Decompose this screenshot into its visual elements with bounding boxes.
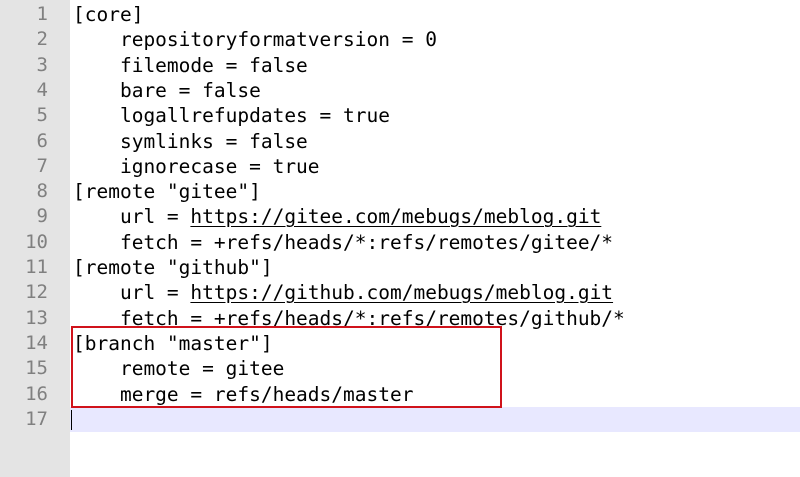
code-text[interactable]: repositoryformatversion = 0 xyxy=(73,27,437,52)
line-number: 1 xyxy=(0,2,48,28)
branch-section-highlight xyxy=(71,326,502,408)
line-number: 6 xyxy=(0,128,48,154)
text-editor[interactable]: 1 [core] 2 repositoryformatversion = 0 3… xyxy=(0,0,800,477)
line-number: 10 xyxy=(0,229,48,255)
line-number: 14 xyxy=(0,330,48,357)
code-text[interactable]: [remote "github"] xyxy=(73,255,273,280)
code-line[interactable]: 9 url = https://gitee.com/mebugs/meblog.… xyxy=(0,204,800,230)
code-text[interactable]: url = https://github.com/mebugs/meblog.g… xyxy=(73,280,613,305)
code-text[interactable]: ignorecase = true xyxy=(73,154,320,179)
code-line[interactable]: 1 [core] xyxy=(0,2,800,28)
code-text[interactable]: [remote "gitee"] xyxy=(73,179,261,204)
line-number: 3 xyxy=(0,52,48,78)
code-text[interactable]: bare = false xyxy=(73,78,261,103)
code-line[interactable]: 7 ignorecase = true xyxy=(0,153,800,180)
line-number: 9 xyxy=(0,204,48,230)
code-line[interactable]: 12 url = https://github.com/mebugs/meblo… xyxy=(0,280,800,306)
code-text[interactable]: fetch = +refs/heads/*:refs/remotes/gitee… xyxy=(73,230,613,255)
line-number: 8 xyxy=(0,179,48,205)
code-line[interactable]: 4 bare = false xyxy=(0,77,800,104)
url-link[interactable]: https://github.com/mebugs/meblog.git xyxy=(190,281,613,304)
line-number: 13 xyxy=(0,305,48,331)
line-number: 16 xyxy=(0,381,48,407)
code-line[interactable]: 2 repositoryformatversion = 0 xyxy=(0,27,800,53)
line-number: 5 xyxy=(0,103,48,129)
line-number: 11 xyxy=(0,255,48,281)
code-line[interactable]: 10 fetch = +refs/heads/*:refs/remotes/gi… xyxy=(0,229,800,255)
code-text[interactable]: symlinks = false xyxy=(73,129,308,154)
line-number: 4 xyxy=(0,77,48,104)
code-text[interactable]: logallrefupdates = true xyxy=(73,103,390,128)
line-number: 17 xyxy=(0,406,48,433)
code-text[interactable]: filemode = false xyxy=(73,53,308,78)
url-link[interactable]: https://gitee.com/mebugs/meblog.git xyxy=(190,205,601,228)
line-number: 12 xyxy=(0,280,48,306)
code-line[interactable]: 11 [remote "github"] xyxy=(0,255,800,281)
line-number: 15 xyxy=(0,356,48,382)
line-number: 7 xyxy=(0,153,48,180)
code-text[interactable]: url = https://gitee.com/mebugs/meblog.gi… xyxy=(73,204,601,229)
current-code-line[interactable]: 17 xyxy=(0,406,800,433)
text-cursor xyxy=(71,409,72,430)
code-line[interactable]: 3 filemode = false xyxy=(0,52,800,78)
code-line[interactable]: 6 symlinks = false xyxy=(0,128,800,154)
code-line[interactable]: 5 logallrefupdates = true xyxy=(0,103,800,129)
line-number: 2 xyxy=(0,27,48,53)
code-line[interactable]: 8 [remote "gitee"] xyxy=(0,179,800,205)
code-text[interactable]: [core] xyxy=(73,2,143,27)
